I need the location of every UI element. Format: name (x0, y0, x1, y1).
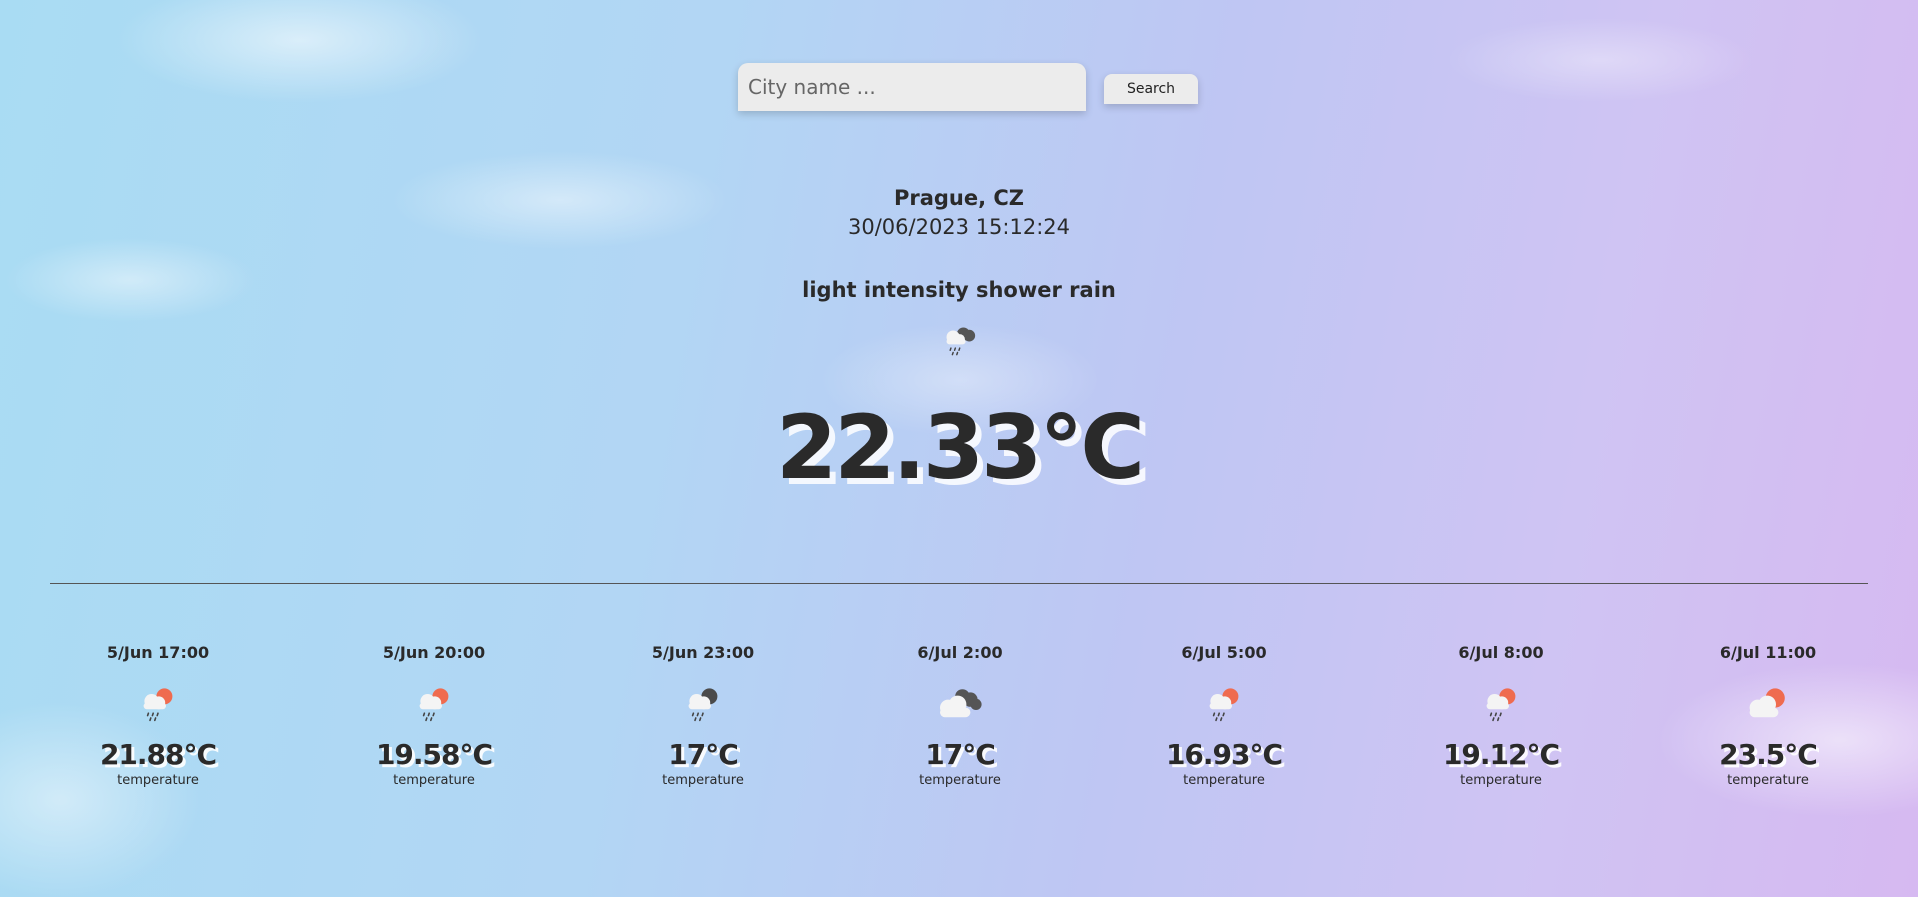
forecast-item: 6/Jul 8:00 19.12°C temperature (1401, 640, 1601, 790)
forecast-time: 6/Jul 11:00 (1719, 643, 1817, 662)
forecast-time: 6/Jul 8:00 (1458, 643, 1544, 662)
few-clouds-icon (1749, 688, 1785, 718)
forecast-temperature: 19.12°C (1442, 738, 1560, 771)
forecast-item: 6/Jul 5:00 16.93°C temperature (1124, 640, 1324, 790)
forecast-time: 6/Jul 2:00 (917, 643, 1003, 662)
forecast-time: 6/Jul 5:00 (1181, 643, 1267, 662)
rain-sun-icon (143, 688, 173, 722)
forecast-item: 6/Jul 11:00 23.5°C temperature (1668, 640, 1868, 790)
forecast-label: temperature (662, 773, 744, 788)
rain-sun-icon (1209, 688, 1239, 722)
broken-clouds-icon (940, 689, 982, 718)
forecast-item: 5/Jun 23:00 17°C temperature (603, 640, 803, 790)
forecast-temperature: 21.88°C (99, 738, 217, 771)
forecast-temperature: 19.58°C (375, 738, 493, 771)
weather-description: light intensity shower rain (802, 278, 1116, 302)
current-weather: Prague, CZ 30/06/2023 15:12:24 light int… (0, 184, 1918, 498)
divider (50, 583, 1868, 584)
current-datetime: 30/06/2023 15:12:24 (847, 215, 1071, 239)
forecast-label: temperature (1727, 773, 1809, 788)
rain-sun-icon (1486, 688, 1516, 722)
forecast-time: 5/Jun 20:00 (382, 643, 486, 662)
rain-sun-icon (419, 688, 449, 722)
forecast-temperature: 17°C (925, 738, 996, 771)
search-bar: Search (738, 63, 1198, 111)
forecast-item: 6/Jul 2:00 17°C temperature (860, 640, 1060, 790)
forecast-label: temperature (1460, 773, 1542, 788)
forecast-item: 5/Jun 20:00 19.58°C temperature (334, 640, 534, 790)
forecast-temperature: 17°C (668, 738, 739, 771)
forecast-label: temperature (393, 773, 475, 788)
location-name: Prague, CZ (893, 186, 1025, 210)
search-button[interactable]: Search (1104, 74, 1198, 104)
forecast-time: 5/Jun 23:00 (651, 643, 755, 662)
city-search-input[interactable] (738, 63, 1086, 111)
forecast-label: temperature (919, 773, 1001, 788)
forecast-time: 5/Jun 17:00 (106, 643, 210, 662)
forecast-temperature: 23.5°C (1719, 738, 1818, 771)
forecast-temperature: 16.93°C (1165, 738, 1283, 771)
forecast-label: temperature (1183, 773, 1265, 788)
forecast-label: temperature (117, 773, 199, 788)
forecast-item: 5/Jun 17:00 21.88°C temperature (58, 640, 258, 790)
current-temperature: 22.33°C (776, 396, 1145, 499)
rain-moon-icon (688, 688, 718, 722)
shower-rain-icon (946, 327, 976, 356)
